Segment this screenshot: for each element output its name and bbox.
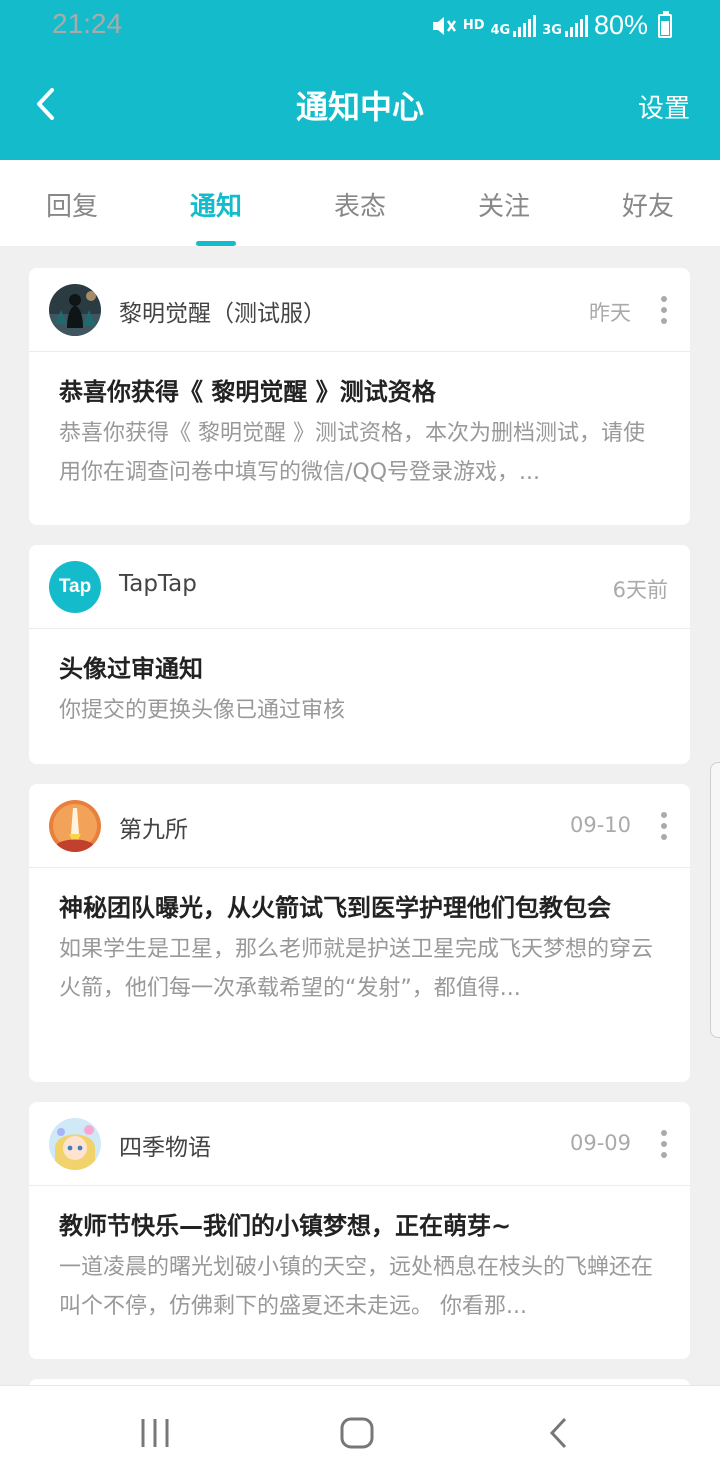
battery-percent: 80% [593,10,648,40]
notification-title: 头像过审通知 [59,655,203,683]
settings-button[interactable]: 设置 [638,88,690,125]
status-bar: 21:24 HD 4G 3G 80% [0,0,720,52]
notification-text: 你提交的更换头像已通过审核 [59,698,346,723]
tab-follow[interactable]: 关注 [432,160,576,246]
home-icon [340,1417,374,1449]
status-time: 21:24 [52,8,123,39]
notification-time: 6天前 [612,578,668,602]
notification-card[interactable]: 黎明觉醒（测试服） 昨天 恭喜你获得《 黎明觉醒 》测试资格 恭喜你获得《 黎明… [29,268,690,525]
taptap-logo[interactable]: Tap [49,561,101,613]
notification-time: 09-09 [569,1131,631,1155]
taptap-logo-text: Tap [58,576,92,597]
notification-card[interactable]: Tap TapTap 6天前 头像过审通知 你提交的更换头像已通过审核 [29,545,690,764]
tab-bar: 回复 通知 表态 关注 好友 [0,160,720,246]
mute-icon [431,14,457,38]
notification-title: 恭喜你获得《 黎明觉醒 》测试资格 [59,378,436,406]
notification-text: 恭喜你获得《 黎明觉醒 》测试资格，本次为删档测试，请使用你在调查问卷中填写的微… [59,421,645,485]
tab-reaction[interactable]: 表态 [288,160,432,246]
more-icon[interactable] [660,812,668,840]
4g-signal-icon: 4G [491,14,537,37]
system-nav-bar [0,1385,720,1480]
notification-title: 教师节快乐—我们的小镇梦想，正在萌芽~ [59,1212,512,1240]
edge-panel-handle[interactable] [710,762,720,1038]
avatar[interactable] [49,1118,101,1170]
back-icon [549,1417,567,1449]
sender-name: TapTap [119,571,197,597]
hd-icon: HD [462,18,485,33]
tab-notification[interactable]: 通知 [144,160,288,246]
avatar[interactable] [49,284,101,336]
card-header: 黎明觉醒（测试服） 昨天 [29,268,690,352]
status-icons: HD 4G 3G 80% [431,10,672,41]
card-header: 第九所 09-10 [29,784,690,868]
card-header: 四季物语 09-09 [29,1102,690,1186]
avatar[interactable] [49,800,101,852]
3g-signal-icon: 3G [542,14,588,37]
home-button[interactable] [339,1416,375,1454]
app-bar: 通知中心 设置 [0,52,720,160]
notification-card[interactable]: 四季物语 09-09 教师节快乐—我们的小镇梦想，正在萌芽~ 一道凌晨的曙光划破… [29,1102,690,1359]
sender-name: 第九所 [119,817,188,843]
notification-title: 神秘团队曝光，从火箭试飞到医学护理他们包教包会 [59,894,611,922]
card-header: Tap TapTap 6天前 [29,545,690,629]
system-back-button[interactable] [545,1416,573,1454]
tab-friends[interactable]: 好友 [576,160,720,246]
notification-time: 昨天 [589,301,631,325]
notification-card[interactable]: 第九所 09-10 神秘团队曝光，从火箭试飞到医学护理他们包教包会 如果学生是卫… [29,784,690,1082]
tab-reply[interactable]: 回复 [0,160,144,246]
recent-apps-button[interactable] [138,1416,172,1454]
page-title: 通知中心 [295,88,424,126]
sender-name: 黎明觉醒（测试服） [119,301,326,327]
sender-name: 四季物语 [119,1135,211,1161]
battery-icon [658,10,672,38]
more-icon[interactable] [660,1130,668,1158]
more-icon[interactable] [660,296,668,324]
recent-apps-icon [141,1419,169,1447]
notification-text: 如果学生是卫星，那么老师就是护送卫星完成飞天梦想的穿云火箭，他们每一次承载希望的… [59,937,654,1001]
notification-time: 09-10 [569,813,631,837]
notification-text: 一道凌晨的曙光划破小镇的天空，远处栖息在枝头的飞蝉还在叫个不停，仿佛剩下的盛夏还… [59,1255,654,1319]
